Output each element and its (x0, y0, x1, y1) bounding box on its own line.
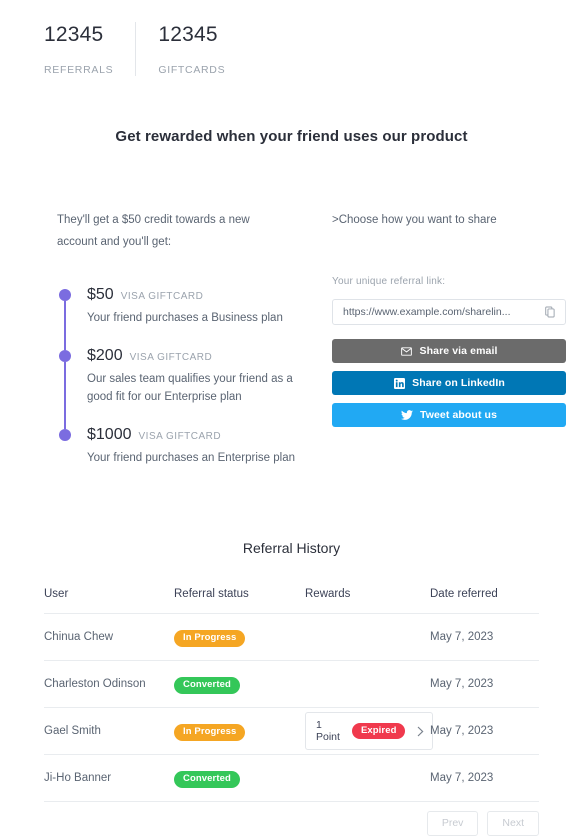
timeline-kind: VISA GIFTCARD (120, 291, 204, 302)
cell-status: In Progress (174, 627, 305, 647)
stat-referrals-value: 12345 (44, 23, 104, 46)
referral-history-table: User Referral status Rewards Date referr… (44, 588, 539, 802)
column-header-rewards: Rewards (305, 588, 351, 600)
table-row: Ji-Ho Banner Converted May 7, 2023 (44, 755, 539, 802)
cell-date: May 7, 2023 (430, 678, 494, 690)
share-email-button[interactable]: Share via email (332, 339, 566, 363)
share-twitter-label: Tweet about us (419, 409, 498, 421)
reward-expired-badge: Expired (351, 722, 406, 740)
timeline-description: Our sales team qualifies your friend as … (87, 373, 293, 403)
share-heading: >Choose how you want to share (332, 214, 497, 226)
status-badge: In Progress (174, 630, 246, 647)
referral-link-label: Your unique referral link: (332, 276, 446, 287)
column-header-date: Date referred (430, 588, 498, 600)
timeline-item: $50 VISA GIFTCARD Your friend purchases … (57, 285, 312, 350)
cell-user: Charleston Odinson (44, 678, 146, 690)
timeline-kind: VISA GIFTCARD (129, 352, 213, 363)
share-linkedin-label: Share on LinkedIn (412, 377, 505, 389)
status-badge: Converted (174, 771, 240, 788)
twitter-icon (400, 409, 413, 421)
timeline-item: $1000 VISA GIFTCARD Your friend purchase… (57, 425, 312, 467)
timeline-description: Your friend purchases an Enterprise plan (87, 452, 295, 464)
cell-date: May 7, 2023 (430, 725, 494, 737)
pagination: Prev Next (44, 811, 539, 836)
timeline-amount: $50 (87, 286, 114, 303)
timeline-item-head: $50 VISA GIFTCARD (87, 285, 312, 307)
timeline-connector (64, 362, 66, 429)
referral-link-value: https://www.example.com/sharelin... (343, 306, 511, 318)
status-badge: Converted (174, 677, 240, 694)
share-buttons: Share via email Share on LinkedIn Tweet … (332, 339, 566, 427)
stat-giftcards-value: 12345 (158, 23, 218, 46)
intro-text: They'll get a $50 credit towards a new a… (57, 214, 250, 248)
copy-icon[interactable] (543, 305, 557, 319)
timeline-item-head: $1000 VISA GIFTCARD (87, 425, 312, 447)
cell-date: May 7, 2023 (430, 772, 494, 784)
cell-user: Ji-Ho Banner (44, 772, 112, 784)
reward-card[interactable]: 1 Point Expired (305, 712, 434, 750)
column-header-status: Referral status (174, 588, 249, 600)
prev-page-button[interactable]: Prev (426, 811, 479, 836)
cell-status: Converted (174, 768, 305, 788)
page-title: Get rewarded when your friend uses our p… (115, 128, 468, 145)
stat-referrals: 12345 REFERRALS (44, 22, 135, 76)
cell-rewards: 1 Point Expired (305, 712, 434, 750)
rewards-column: They'll get a $50 credit towards a new a… (57, 209, 312, 467)
share-linkedin-button[interactable]: Share on LinkedIn (332, 371, 566, 395)
timeline-dot-icon (59, 429, 71, 441)
main-columns: They'll get a $50 credit towards a new a… (0, 209, 583, 467)
cell-status: In Progress (174, 721, 305, 741)
stats-header: 12345 REFERRALS 12345 GIFTCARDS (0, 0, 583, 76)
column-header-user: User (44, 588, 69, 600)
cell-user: Gael Smith (44, 725, 101, 737)
timeline-dot-icon (59, 350, 71, 362)
timeline-item-head: $200 VISA GIFTCARD (87, 346, 312, 368)
timeline-item: $200 VISA GIFTCARD Our sales team qualif… (57, 346, 312, 429)
table-row: Chinua Chew In Progress May 7, 2023 (44, 614, 539, 661)
rewards-timeline: $50 VISA GIFTCARD Your friend purchases … (57, 285, 312, 467)
next-page-button[interactable]: Next (487, 811, 539, 836)
cell-user: Chinua Chew (44, 631, 114, 643)
timeline-amount: $1000 (87, 426, 132, 443)
timeline-amount: $200 (87, 347, 123, 364)
history-title: Referral History (242, 540, 341, 556)
table-header-row: User Referral status Rewards Date referr… (44, 588, 539, 614)
stat-giftcards: 12345 GIFTCARDS (135, 22, 245, 76)
reward-points: 1 Point (316, 719, 340, 743)
timeline-description: Your friend purchases a Business plan (87, 312, 283, 324)
chevron-right-icon[interactable] (417, 726, 424, 737)
referral-link-field[interactable]: https://www.example.com/sharelin... (332, 299, 566, 325)
linkedin-icon (393, 377, 405, 389)
status-badge: In Progress (174, 724, 246, 741)
timeline-connector (64, 301, 66, 350)
stat-giftcards-label: GIFTCARDS (158, 64, 226, 76)
share-twitter-button[interactable]: Tweet about us (332, 403, 566, 427)
table-row: Charleston Odinson Converted May 7, 2023 (44, 661, 539, 708)
timeline-dot-icon (59, 289, 71, 301)
cell-date: May 7, 2023 (430, 631, 494, 643)
cell-status: Converted (174, 674, 305, 694)
share-email-label: Share via email (419, 345, 498, 357)
envelope-icon (401, 345, 413, 357)
share-column: >Choose how you want to share Your uniqu… (332, 209, 566, 435)
stat-referrals-label: REFERRALS (44, 64, 114, 76)
timeline-kind: VISA GIFTCARD (138, 431, 222, 442)
table-row: Gael Smith In Progress 1 Point Expired M… (44, 708, 539, 755)
